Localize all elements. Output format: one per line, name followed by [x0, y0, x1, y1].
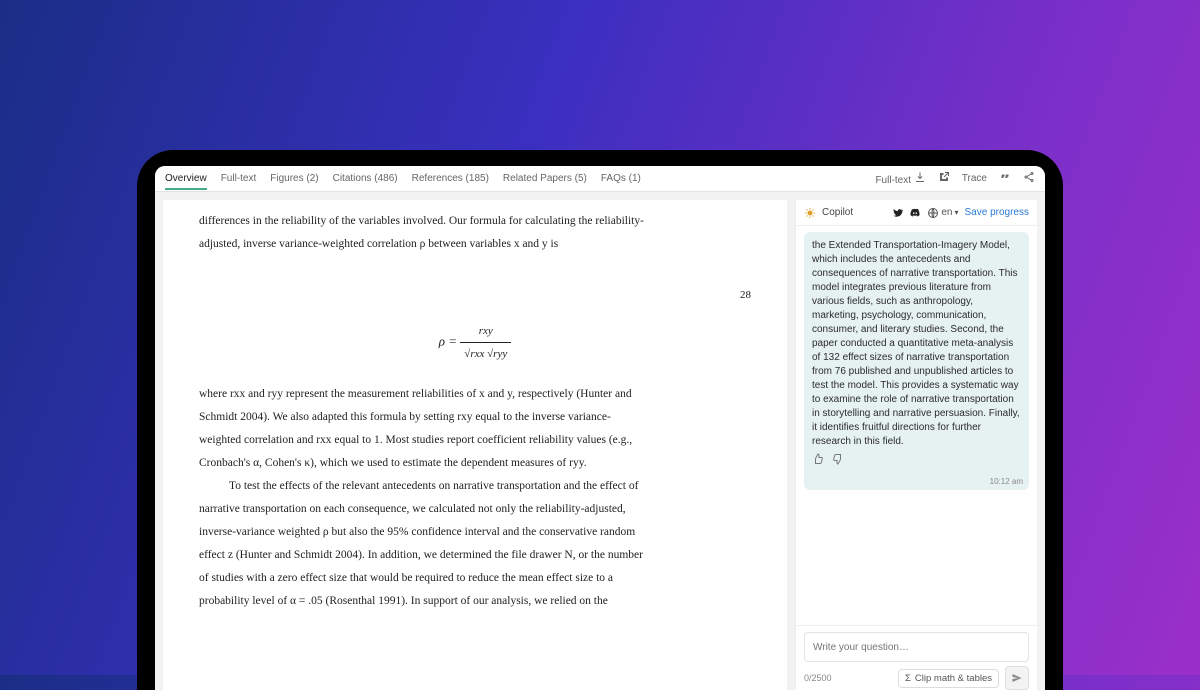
download-icon — [914, 171, 926, 183]
copilot-brand-label: Copilot — [822, 207, 853, 218]
paper-line: differences in the reliability of the va… — [199, 210, 751, 233]
send-icon — [1011, 672, 1023, 684]
share-button[interactable] — [1023, 171, 1035, 186]
paper-line: To test the effects of the relevant ante… — [199, 475, 751, 498]
thumbs-down-icon — [832, 453, 844, 465]
tab-fulltext[interactable]: Full-text — [221, 173, 257, 184]
formula-fraction: rxy √rxx √ryy — [460, 320, 511, 365]
language-label: en — [941, 207, 952, 218]
paper-viewer[interactable]: differences in the reliability of the va… — [163, 200, 787, 690]
paper-line: weighted correlation and rxx equal to 1.… — [199, 429, 751, 452]
formula-lhs: ρ = — [439, 333, 457, 348]
formula-numerator: rxy — [460, 320, 511, 343]
tab-figures[interactable]: Figures (2) — [270, 173, 318, 184]
paper-line: of studies with a zero effect size that … — [199, 567, 751, 590]
tab-references[interactable]: References (185) — [412, 173, 489, 184]
main-body: differences in the reliability of the va… — [155, 192, 1045, 690]
app-screen: Overview Full-text Figures (2) Citations… — [155, 166, 1045, 690]
paper-line: adjusted, inverse variance-weighted corr… — [199, 233, 751, 256]
paper-line: narrative transportation on each consequ… — [199, 498, 751, 521]
clip-math-button[interactable]: Σ Clip math & tables — [898, 669, 999, 688]
paper-line: effect z (Hunter and Schmidt 2004). In a… — [199, 544, 751, 567]
paper-line: where rxx and ryy represent the measurem… — [199, 383, 751, 406]
paper-line: inverse-variance weighted ρ but also the… — [199, 521, 751, 544]
toolbar-actions: Full-text Trace — [875, 171, 1035, 186]
top-toolbar: Overview Full-text Figures (2) Citations… — [155, 166, 1045, 192]
formula-denominator: √rxx √ryy — [460, 343, 511, 365]
message-text: the Extended Transportation-Imagery Mode… — [812, 240, 1020, 447]
paper-line: Cronbach's α, Cohen's κ), which we used … — [199, 452, 751, 475]
cite-button[interactable] — [999, 171, 1011, 186]
feedback-row — [812, 453, 1021, 470]
quote-icon — [999, 171, 1011, 183]
twitter-icon[interactable] — [891, 207, 903, 219]
message-timestamp: 10:12 am — [990, 476, 1023, 487]
tab-related[interactable]: Related Papers (5) — [503, 173, 587, 184]
chevron-down-icon: ▾ — [955, 208, 959, 217]
tab-citations[interactable]: Citations (486) — [333, 173, 398, 184]
save-progress-link[interactable]: Save progress — [965, 207, 1029, 218]
trace-button[interactable]: Trace — [962, 173, 987, 184]
clip-label: Clip math & tables — [915, 673, 992, 684]
tab-faqs[interactable]: FAQs (1) — [601, 173, 641, 184]
paper-line: probability level of α = .05 (Rosenthal … — [199, 590, 751, 613]
paper-line: Schmidt 2004). We also adapted this form… — [199, 406, 751, 429]
copilot-header: Copilot en ▾ Save progress — [796, 200, 1037, 226]
language-selector[interactable]: en ▾ — [927, 207, 958, 219]
copilot-logo-icon — [804, 207, 816, 219]
copilot-sidebar: Copilot en ▾ Save progress the Extended … — [795, 200, 1037, 690]
share-icon — [1023, 171, 1035, 183]
question-input[interactable] — [804, 632, 1029, 662]
tab-overview[interactable]: Overview — [165, 173, 207, 190]
copilot-footer: 0/2500 Σ Clip math & tables — [796, 662, 1037, 690]
sigma-icon: Σ — [905, 673, 911, 684]
external-link-icon — [938, 171, 950, 183]
assistant-message: the Extended Transportation-Imagery Mode… — [804, 232, 1029, 490]
discord-icon[interactable] — [909, 207, 921, 219]
formula-block: ρ = rxy √rxx √ryy — [199, 320, 751, 365]
thumbs-up-button[interactable] — [812, 453, 824, 470]
page-number: 28 — [199, 284, 751, 306]
copilot-messages[interactable]: the Extended Transportation-Imagery Mode… — [796, 226, 1037, 625]
thumbs-down-button[interactable] — [832, 453, 844, 470]
open-external-button[interactable] — [938, 171, 950, 186]
globe-icon — [927, 207, 939, 219]
device-frame: Overview Full-text Figures (2) Citations… — [137, 150, 1063, 690]
fulltext-download-link[interactable]: Full-text — [875, 171, 925, 186]
send-button[interactable] — [1005, 666, 1029, 690]
thumbs-up-icon — [812, 453, 824, 465]
copilot-input-area — [796, 625, 1037, 662]
tab-strip: Overview Full-text Figures (2) Citations… — [165, 173, 641, 184]
